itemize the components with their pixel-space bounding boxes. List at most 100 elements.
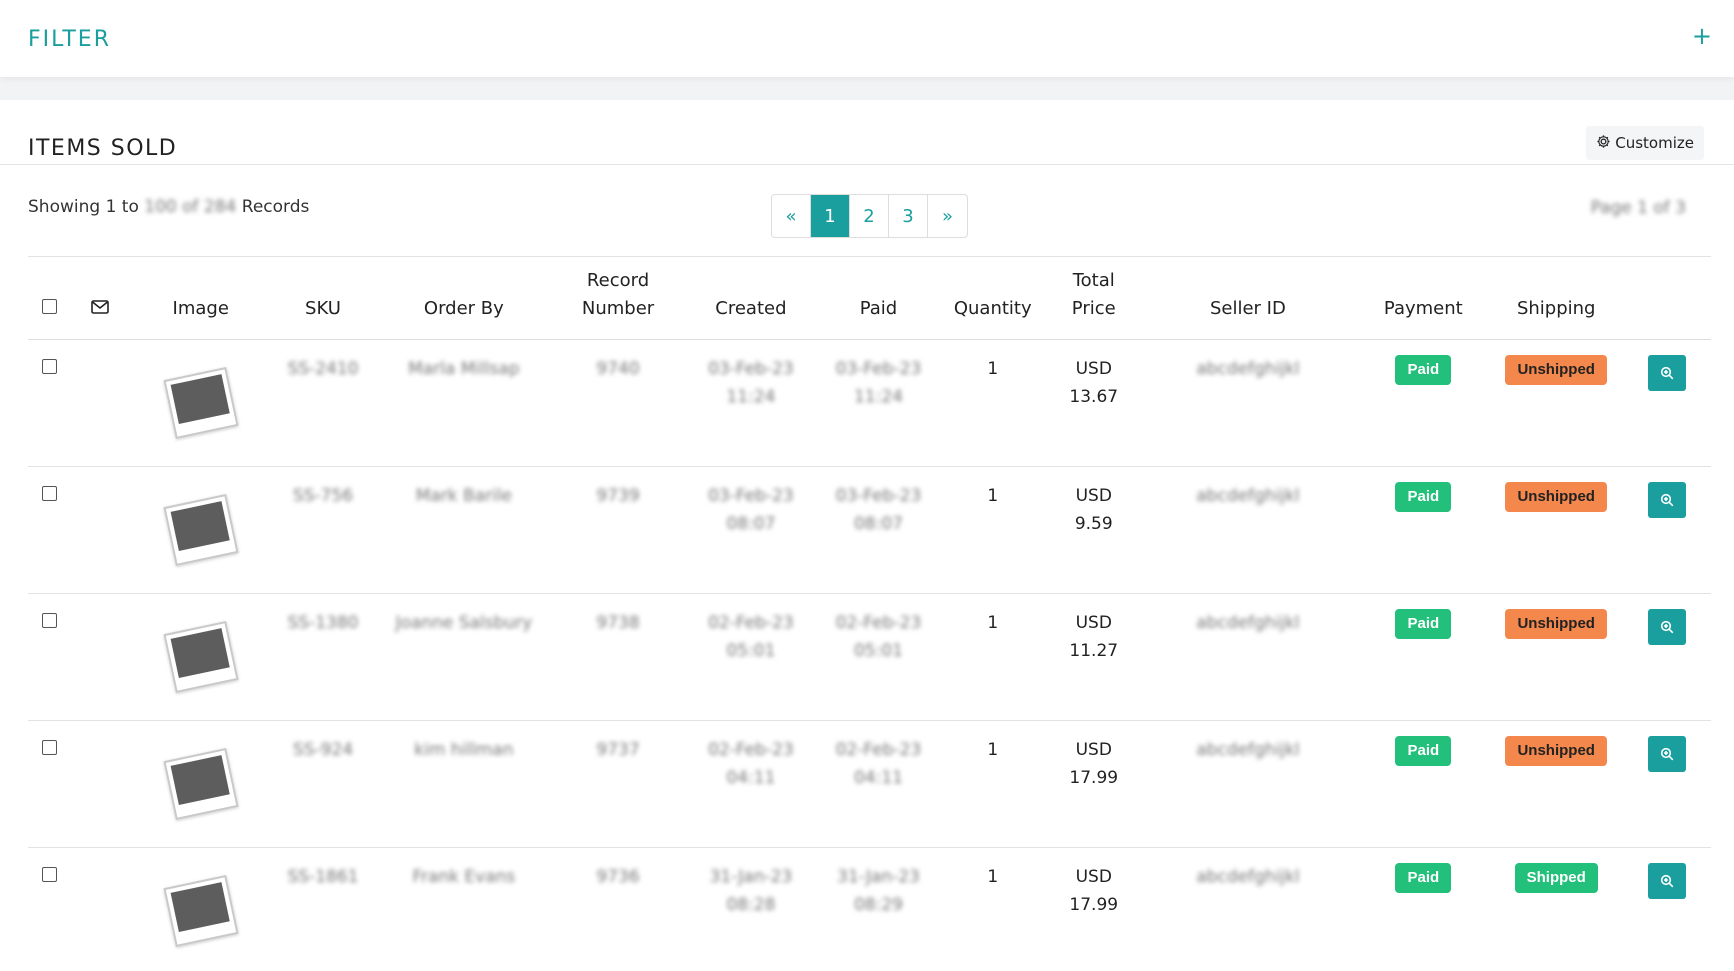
- row-sku[interactable]: SS-924: [273, 721, 374, 848]
- showing-prefix: Showing 1 to: [28, 197, 139, 217]
- row-sku[interactable]: SS-1861: [273, 848, 374, 971]
- zoom-in-icon[interactable]: [1647, 736, 1686, 772]
- row-image-cell: [129, 848, 273, 971]
- column-created[interactable]: Created: [682, 257, 820, 340]
- payment-status-badge: Paid: [1395, 482, 1452, 512]
- zoom-in-icon[interactable]: [1647, 482, 1686, 518]
- table-row[interactable]: SS-1861 Frank Evans 9736 31-Jan-23 08:28 31-J…: [28, 848, 1711, 971]
- column-total-price-line2: Price: [1071, 298, 1116, 319]
- row-select-cell: [28, 594, 71, 721]
- row-currency: USD: [1075, 867, 1112, 887]
- row-sku[interactable]: SS-2410: [273, 340, 374, 467]
- row-created: 31-Jan-23 08:28: [682, 848, 820, 971]
- filter-expand-icon[interactable]: +: [1692, 22, 1712, 50]
- pagination-next[interactable]: »: [928, 195, 967, 237]
- row-paid: 02-Feb-23 04:11: [820, 721, 937, 848]
- row-shipping-cell: Unshipped: [1490, 721, 1623, 848]
- table-row[interactable]: SS-756 Mark Barile 9739 03-Feb-23 08:07 03-Fe…: [28, 467, 1711, 594]
- column-paid[interactable]: Paid: [820, 257, 937, 340]
- zoom-in-icon[interactable]: [1647, 355, 1686, 391]
- row-seller-id: abcdefghijkl: [1196, 867, 1300, 887]
- row-quantity: 1: [987, 486, 999, 506]
- column-record-number[interactable]: Record Number: [554, 257, 682, 340]
- column-total-price[interactable]: Total Price: [1049, 257, 1139, 340]
- row-mail-cell: [71, 467, 129, 594]
- row-checkbox[interactable]: [41, 867, 57, 882]
- row-checkbox[interactable]: [41, 740, 57, 755]
- row-created-date: 02-Feb-23: [708, 613, 794, 633]
- row-paid-time: 08:29: [853, 895, 903, 915]
- row-paid: 03-Feb-23 11:24: [820, 340, 937, 467]
- showing-suffix: Records: [241, 197, 310, 217]
- row-sku[interactable]: SS-1380: [273, 594, 374, 721]
- divider: [0, 164, 1734, 165]
- row-price: 17.99: [1069, 895, 1119, 915]
- item-image-placeholder-icon[interactable]: [161, 617, 241, 697]
- column-sku[interactable]: SKU: [273, 257, 374, 340]
- item-image-placeholder-icon[interactable]: [161, 363, 241, 443]
- row-record-number: 9736: [596, 867, 640, 887]
- row-paid-date: 03-Feb-23: [835, 486, 922, 506]
- table-row[interactable]: SS-2410 Marla Millsap 9740 03-Feb-23 11:24 03…: [28, 340, 1711, 467]
- column-seller-id[interactable]: Seller ID: [1139, 257, 1357, 340]
- column-quantity[interactable]: Quantity: [937, 257, 1049, 340]
- row-paid-time: 08:07: [853, 514, 903, 534]
- pagination-page-2[interactable]: 2: [850, 195, 889, 237]
- row-record-number: 9740: [596, 359, 640, 379]
- filter-title[interactable]: FILTER: [28, 27, 111, 52]
- row-payment-cell: Paid: [1357, 848, 1490, 971]
- row-seller-id: abcdefghijkl: [1196, 359, 1300, 379]
- row-order-by[interactable]: Marla Millsap: [374, 340, 555, 467]
- filter-panel: FILTER +: [0, 0, 1734, 77]
- mail-icon[interactable]: [90, 298, 109, 319]
- pagination-page-3[interactable]: 3: [889, 195, 928, 237]
- row-order-by[interactable]: Mark Barile: [374, 467, 555, 594]
- customize-button[interactable]: Customize: [1586, 126, 1704, 160]
- item-image-placeholder-icon[interactable]: [161, 744, 241, 824]
- column-shipping[interactable]: Shipping: [1490, 257, 1623, 340]
- row-shipping-cell: Unshipped: [1490, 340, 1623, 467]
- row-currency: USD: [1075, 486, 1112, 506]
- row-created: 02-Feb-23 04:11: [682, 721, 820, 848]
- shipping-status-badge: Unshipped: [1505, 736, 1607, 766]
- zoom-in-icon[interactable]: [1647, 609, 1686, 645]
- column-total-price-line1: Total: [1072, 270, 1115, 291]
- row-quantity: 1: [987, 867, 999, 887]
- row-shipping-cell: Unshipped: [1490, 594, 1623, 721]
- row-paid: 03-Feb-23 08:07: [820, 467, 937, 594]
- payment-status-badge: Paid: [1395, 736, 1452, 766]
- row-quantity: 1: [987, 359, 999, 379]
- column-image[interactable]: Image: [129, 257, 273, 340]
- select-all-checkbox[interactable]: [41, 299, 57, 314]
- mail-header: [71, 257, 129, 340]
- row-paid-time: 05:01: [853, 641, 903, 661]
- pagination-prev[interactable]: «: [772, 195, 811, 237]
- row-checkbox[interactable]: [41, 486, 57, 501]
- column-order-by[interactable]: Order By: [374, 257, 555, 340]
- row-order-by[interactable]: kim hillman: [374, 721, 555, 848]
- row-record-number: 9738: [596, 613, 640, 633]
- row-image-cell: [129, 467, 273, 594]
- row-actions-cell: [1623, 721, 1711, 848]
- row-sku[interactable]: SS-756: [273, 467, 374, 594]
- row-order-by[interactable]: Joanne Salsbury: [374, 594, 555, 721]
- gear-icon: [1596, 134, 1611, 153]
- row-paid-date: 02-Feb-23: [835, 740, 922, 760]
- page-title: ITEMS SOLD: [28, 136, 178, 161]
- table-row[interactable]: SS-1380 Joanne Salsbury 9738 02-Feb-23 05:01…: [28, 594, 1711, 721]
- item-image-placeholder-icon[interactable]: [161, 490, 241, 570]
- table-row[interactable]: SS-924 kim hillman 9737 02-Feb-23 04:11 02-Fe…: [28, 721, 1711, 848]
- row-select-cell: [28, 721, 71, 848]
- zoom-in-icon[interactable]: [1647, 863, 1686, 899]
- row-created-time: 04:11: [726, 768, 776, 788]
- row-order-by[interactable]: Frank Evans: [374, 848, 555, 971]
- item-image-placeholder-icon[interactable]: [161, 871, 241, 951]
- column-payment[interactable]: Payment: [1357, 257, 1490, 340]
- row-payment-cell: Paid: [1357, 721, 1490, 848]
- row-checkbox[interactable]: [41, 359, 57, 374]
- row-seller-id: abcdefghijkl: [1196, 486, 1300, 506]
- row-checkbox[interactable]: [41, 613, 57, 628]
- row-created: 02-Feb-23 05:01: [682, 594, 820, 721]
- pagination-page-1[interactable]: 1: [811, 195, 850, 237]
- row-created-time: 11:24: [726, 387, 776, 407]
